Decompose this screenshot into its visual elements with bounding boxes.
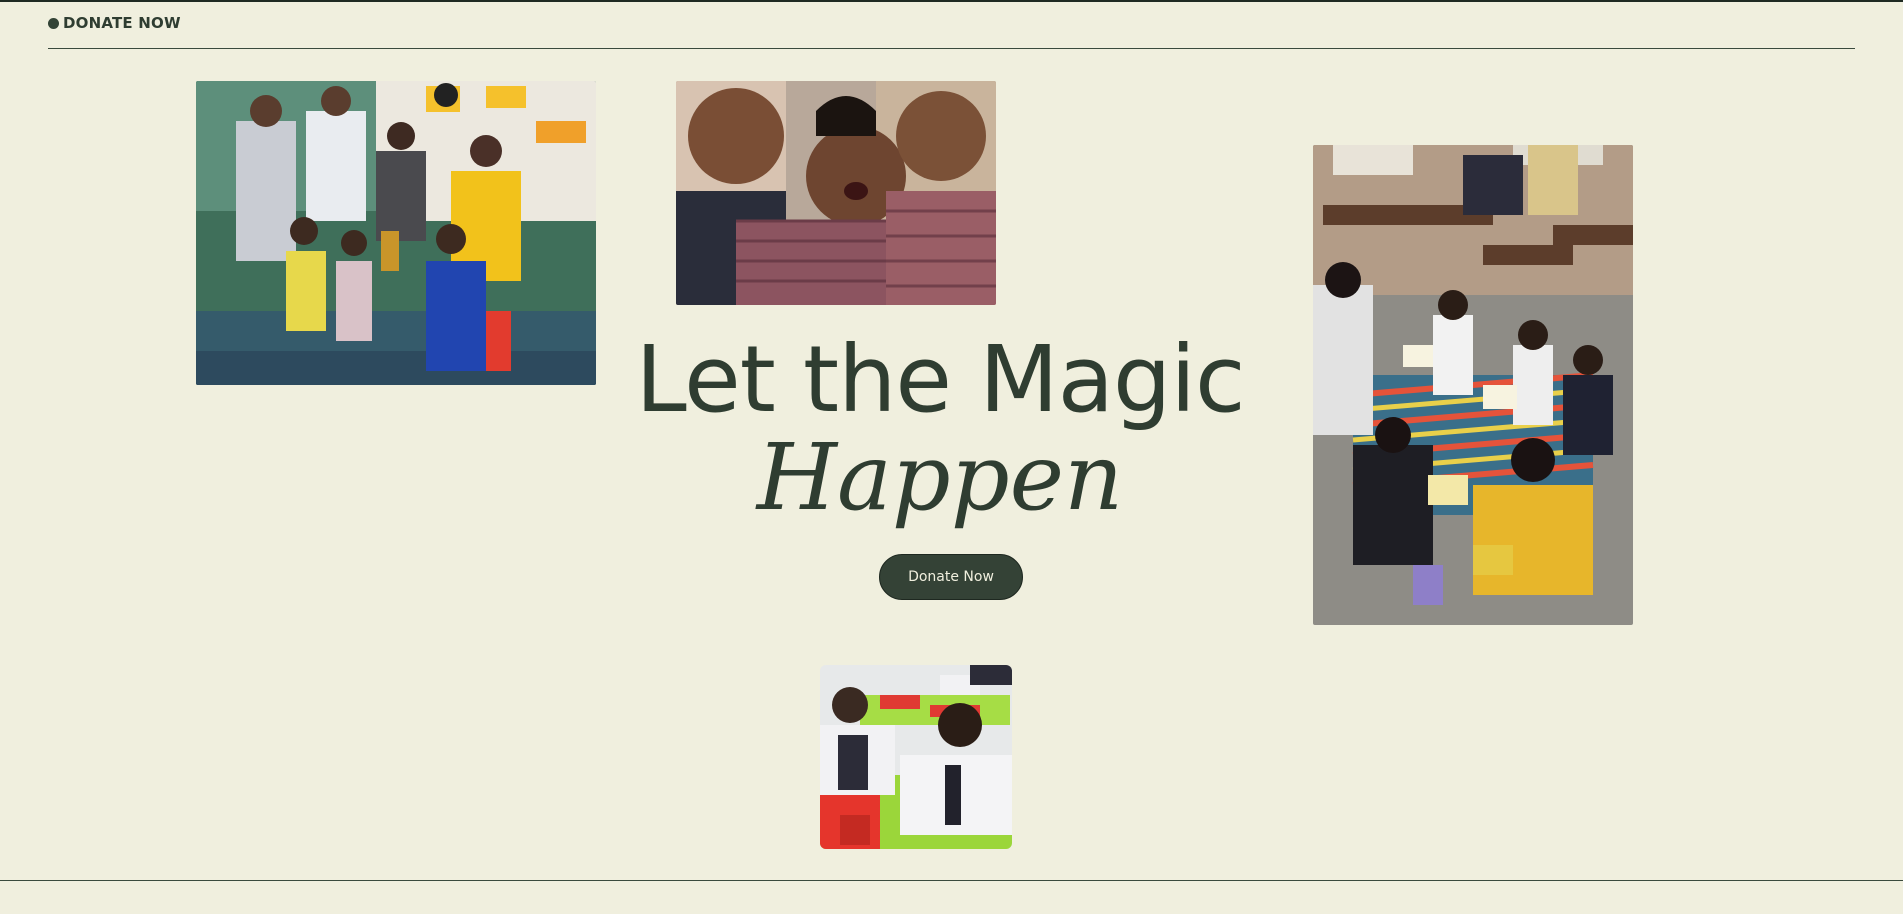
headline-line-2: Happen — [756, 424, 1124, 531]
top-border — [0, 0, 1903, 2]
footer-divider — [0, 880, 1903, 881]
donate-now-button[interactable]: Donate Now — [879, 554, 1023, 600]
photo-team-trophy — [196, 81, 596, 385]
donate-now-link[interactable]: DONATE NOW — [48, 14, 181, 32]
photo-smiling-boys — [676, 81, 996, 305]
photo-classroom-reading — [1313, 145, 1633, 625]
donate-now-label: DONATE NOW — [63, 14, 181, 32]
bullet-dot-icon — [48, 17, 59, 29]
headline-line-1: Let the Magic — [635, 326, 1245, 433]
header-divider — [48, 48, 1855, 49]
hero-headline: Let the Magic Happen — [560, 328, 1320, 528]
photo-kids-craft — [820, 665, 1012, 849]
